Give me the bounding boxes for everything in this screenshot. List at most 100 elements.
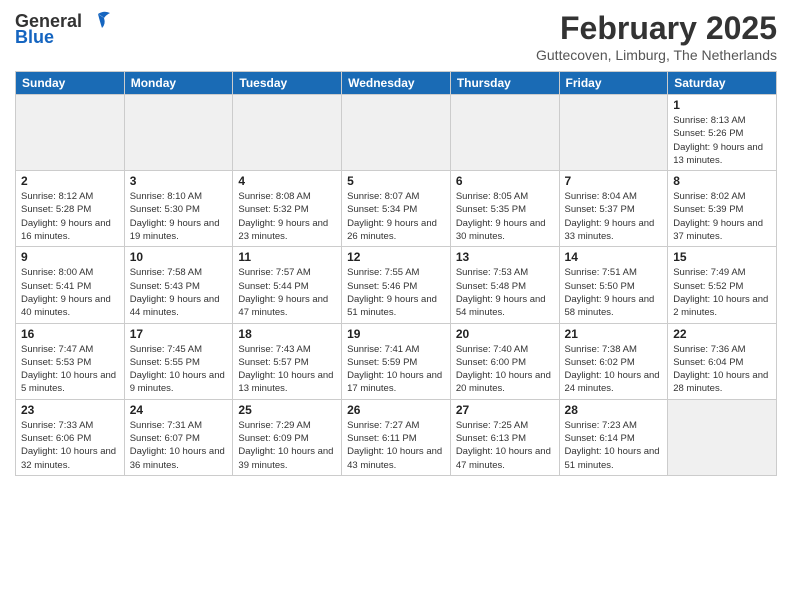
- day-number: 25: [238, 403, 336, 417]
- day-number: 5: [347, 174, 445, 188]
- calendar-cell: 21 Sunrise: 7:38 AM Sunset: 6:02 PM Dayli…: [559, 323, 668, 399]
- day-info: Sunrise: 7:36 AM Sunset: 6:04 PM Dayligh…: [673, 343, 771, 396]
- calendar-body: 1 Sunrise: 8:13 AM Sunset: 5:26 PM Daylig…: [16, 95, 777, 476]
- day-info: Sunrise: 8:10 AM Sunset: 5:30 PM Dayligh…: [130, 190, 228, 243]
- calendar-cell: [233, 95, 342, 171]
- day-number: 24: [130, 403, 228, 417]
- calendar-cell: 6 Sunrise: 8:05 AM Sunset: 5:35 PM Daylig…: [450, 171, 559, 247]
- day-number: 6: [456, 174, 554, 188]
- day-info: Sunrise: 8:00 AM Sunset: 5:41 PM Dayligh…: [21, 266, 119, 319]
- title-block: February 2025 Guttecoven, Limburg, The N…: [536, 10, 777, 63]
- day-number: 2: [21, 174, 119, 188]
- calendar-cell: [124, 95, 233, 171]
- day-number: 3: [130, 174, 228, 188]
- day-number: 4: [238, 174, 336, 188]
- day-info: Sunrise: 7:41 AM Sunset: 5:59 PM Dayligh…: [347, 343, 445, 396]
- calendar-cell: 24 Sunrise: 7:31 AM Sunset: 6:07 PM Dayli…: [124, 399, 233, 475]
- calendar-week-3: 9 Sunrise: 8:00 AM Sunset: 5:41 PM Daylig…: [16, 247, 777, 323]
- day-number: 7: [565, 174, 663, 188]
- calendar-week-5: 23 Sunrise: 7:33 AM Sunset: 6:06 PM Dayli…: [16, 399, 777, 475]
- day-number: 18: [238, 327, 336, 341]
- day-number: 23: [21, 403, 119, 417]
- calendar-cell: 17 Sunrise: 7:45 AM Sunset: 5:55 PM Dayli…: [124, 323, 233, 399]
- day-info: Sunrise: 7:29 AM Sunset: 6:09 PM Dayligh…: [238, 419, 336, 472]
- day-info: Sunrise: 7:45 AM Sunset: 5:55 PM Dayligh…: [130, 343, 228, 396]
- day-info: Sunrise: 7:43 AM Sunset: 5:57 PM Dayligh…: [238, 343, 336, 396]
- calendar-cell: 12Sunrise: 7:55 AM Sunset: 5:46 PM Dayli…: [342, 247, 451, 323]
- calendar-cell: 28Sunrise: 7:23 AM Sunset: 6:14 PM Dayli…: [559, 399, 668, 475]
- day-info: Sunrise: 7:51 AM Sunset: 5:50 PM Dayligh…: [565, 266, 663, 319]
- calendar-cell: 27Sunrise: 7:25 AM Sunset: 6:13 PM Dayli…: [450, 399, 559, 475]
- day-info: Sunrise: 7:38 AM Sunset: 6:02 PM Dayligh…: [565, 343, 663, 396]
- day-info: Sunrise: 7:25 AM Sunset: 6:13 PM Dayligh…: [456, 419, 554, 472]
- day-number: 11: [238, 250, 336, 264]
- day-info: Sunrise: 8:07 AM Sunset: 5:34 PM Dayligh…: [347, 190, 445, 243]
- weekday-header-row: SundayMondayTuesdayWednesdayThursdayFrid…: [16, 72, 777, 95]
- day-number: 16: [21, 327, 119, 341]
- day-info: Sunrise: 7:49 AM Sunset: 5:52 PM Dayligh…: [673, 266, 771, 319]
- calendar-cell: 13 Sunrise: 7:53 AM Sunset: 5:48 PM Dayli…: [450, 247, 559, 323]
- day-number: 28: [565, 403, 663, 417]
- day-info: Sunrise: 7:58 AM Sunset: 5:43 PM Dayligh…: [130, 266, 228, 319]
- day-info: Sunrise: 8:05 AM Sunset: 5:35 PM Dayligh…: [456, 190, 554, 243]
- calendar-cell: 7 Sunrise: 8:04 AM Sunset: 5:37 PM Daylig…: [559, 171, 668, 247]
- weekday-header-wednesday: Wednesday: [342, 72, 451, 95]
- day-info: Sunrise: 7:47 AM Sunset: 5:53 PM Dayligh…: [21, 343, 119, 396]
- calendar-cell: 5 Sunrise: 8:07 AM Sunset: 5:34 PM Daylig…: [342, 171, 451, 247]
- logo: General Blue: [15, 10, 112, 46]
- calendar-cell: [450, 95, 559, 171]
- day-info: Sunrise: 7:31 AM Sunset: 6:07 PM Dayligh…: [130, 419, 228, 472]
- weekday-header-friday: Friday: [559, 72, 668, 95]
- calendar-table: SundayMondayTuesdayWednesdayThursdayFrid…: [15, 71, 777, 476]
- day-info: Sunrise: 7:57 AM Sunset: 5:44 PM Dayligh…: [238, 266, 336, 319]
- day-number: 17: [130, 327, 228, 341]
- day-info: Sunrise: 7:53 AM Sunset: 5:48 PM Dayligh…: [456, 266, 554, 319]
- calendar-cell: 8Sunrise: 8:02 AM Sunset: 5:39 PM Daylig…: [668, 171, 777, 247]
- calendar-cell: 2 Sunrise: 8:12 AM Sunset: 5:28 PM Daylig…: [16, 171, 125, 247]
- day-info: Sunrise: 8:13 AM Sunset: 5:26 PM Dayligh…: [673, 114, 771, 167]
- calendar-cell: 10 Sunrise: 7:58 AM Sunset: 5:43 PM Dayli…: [124, 247, 233, 323]
- calendar-cell: [16, 95, 125, 171]
- day-info: Sunrise: 7:33 AM Sunset: 6:06 PM Dayligh…: [21, 419, 119, 472]
- calendar-cell: 19Sunrise: 7:41 AM Sunset: 5:59 PM Dayli…: [342, 323, 451, 399]
- weekday-header-tuesday: Tuesday: [233, 72, 342, 95]
- day-number: 13: [456, 250, 554, 264]
- calendar-cell: 26 Sunrise: 7:27 AM Sunset: 6:11 PM Dayli…: [342, 399, 451, 475]
- weekday-header-thursday: Thursday: [450, 72, 559, 95]
- calendar-cell: [559, 95, 668, 171]
- weekday-header-sunday: Sunday: [16, 72, 125, 95]
- day-number: 20: [456, 327, 554, 341]
- calendar-cell: 16 Sunrise: 7:47 AM Sunset: 5:53 PM Dayli…: [16, 323, 125, 399]
- calendar-week-4: 16 Sunrise: 7:47 AM Sunset: 5:53 PM Dayli…: [16, 323, 777, 399]
- calendar-week-1: 1 Sunrise: 8:13 AM Sunset: 5:26 PM Daylig…: [16, 95, 777, 171]
- calendar-cell: 20 Sunrise: 7:40 AM Sunset: 6:00 PM Dayli…: [450, 323, 559, 399]
- day-number: 26: [347, 403, 445, 417]
- calendar-cell: 15Sunrise: 7:49 AM Sunset: 5:52 PM Dayli…: [668, 247, 777, 323]
- sub-title: Guttecoven, Limburg, The Netherlands: [536, 47, 777, 63]
- calendar-cell: 14 Sunrise: 7:51 AM Sunset: 5:50 PM Dayli…: [559, 247, 668, 323]
- day-info: Sunrise: 8:12 AM Sunset: 5:28 PM Dayligh…: [21, 190, 119, 243]
- logo-bird-icon: [84, 10, 112, 32]
- day-info: Sunrise: 8:04 AM Sunset: 5:37 PM Dayligh…: [565, 190, 663, 243]
- day-info: Sunrise: 8:08 AM Sunset: 5:32 PM Dayligh…: [238, 190, 336, 243]
- calendar-cell: 9 Sunrise: 8:00 AM Sunset: 5:41 PM Daylig…: [16, 247, 125, 323]
- day-info: Sunrise: 7:27 AM Sunset: 6:11 PM Dayligh…: [347, 419, 445, 472]
- calendar-cell: 11 Sunrise: 7:57 AM Sunset: 5:44 PM Dayli…: [233, 247, 342, 323]
- day-number: 9: [21, 250, 119, 264]
- calendar-header: SundayMondayTuesdayWednesdayThursdayFrid…: [16, 72, 777, 95]
- calendar-cell: [342, 95, 451, 171]
- day-number: 21: [565, 327, 663, 341]
- main-title: February 2025: [536, 10, 777, 47]
- day-number: 10: [130, 250, 228, 264]
- weekday-header-monday: Monday: [124, 72, 233, 95]
- header: General Blue February 2025 Guttecoven, L…: [15, 10, 777, 63]
- day-number: 14: [565, 250, 663, 264]
- calendar-week-2: 2 Sunrise: 8:12 AM Sunset: 5:28 PM Daylig…: [16, 171, 777, 247]
- day-number: 8: [673, 174, 771, 188]
- calendar-cell: 25 Sunrise: 7:29 AM Sunset: 6:09 PM Dayli…: [233, 399, 342, 475]
- calendar-cell: 18 Sunrise: 7:43 AM Sunset: 5:57 PM Dayli…: [233, 323, 342, 399]
- calendar-cell: 23 Sunrise: 7:33 AM Sunset: 6:06 PM Dayli…: [16, 399, 125, 475]
- day-info: Sunrise: 7:40 AM Sunset: 6:00 PM Dayligh…: [456, 343, 554, 396]
- day-number: 1: [673, 98, 771, 112]
- weekday-header-saturday: Saturday: [668, 72, 777, 95]
